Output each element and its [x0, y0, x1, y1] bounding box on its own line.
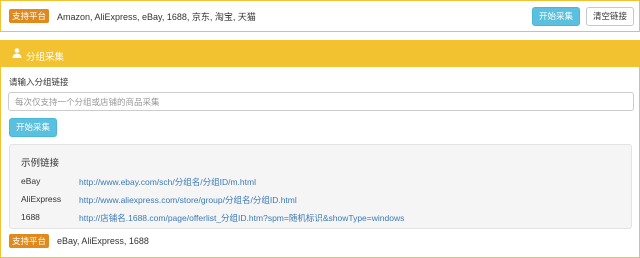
top-platform-bar: 支持平台 Amazon, AliExpress, eBay, 1688, 京东,… — [0, 0, 640, 32]
example-platform-name: AliExpress — [21, 194, 62, 204]
panel-title: 分组采集 — [26, 52, 65, 63]
example-url: http://店铺名.1688.com/page/offerlist_分组ID.… — [79, 213, 405, 223]
example-platform-name: eBay — [21, 176, 41, 186]
support-platform-badge: 支持平台 — [9, 9, 50, 23]
group-collect-panel: 分组采集 请输入分组链接 开始采集 示例链接 eBay http://www.e… — [0, 40, 640, 258]
clear-links-button[interactable]: 清空链接 — [586, 7, 634, 26]
example-url: http://www.aliexpress.com/store/group/分组… — [79, 195, 297, 205]
support-platform-badge: 支持平台 — [9, 234, 50, 248]
group-supported-platforms-text: eBay, AliExpress, 1688 — [57, 236, 149, 246]
example-links-box: 示例链接 eBay http://www.ebay.com/sch/分组名/分组… — [9, 144, 632, 229]
user-group-icon — [11, 47, 23, 59]
example-url: http://www.ebay.com/sch/分组名/分组ID/m.html — [79, 177, 256, 187]
panel-header: 分组采集 — [1, 41, 639, 67]
group-link-input[interactable] — [8, 92, 634, 111]
group-link-label: 请输入分组链接 — [9, 77, 69, 87]
example-platform-name: 1688 — [21, 212, 40, 222]
start-collect-button[interactable]: 开始采集 — [532, 7, 580, 26]
example-links-title: 示例链接 — [21, 158, 60, 169]
group-start-collect-button[interactable]: 开始采集 — [9, 118, 57, 137]
supported-platforms-text: Amazon, AliExpress, eBay, 1688, 京东, 淘宝, … — [57, 12, 256, 22]
